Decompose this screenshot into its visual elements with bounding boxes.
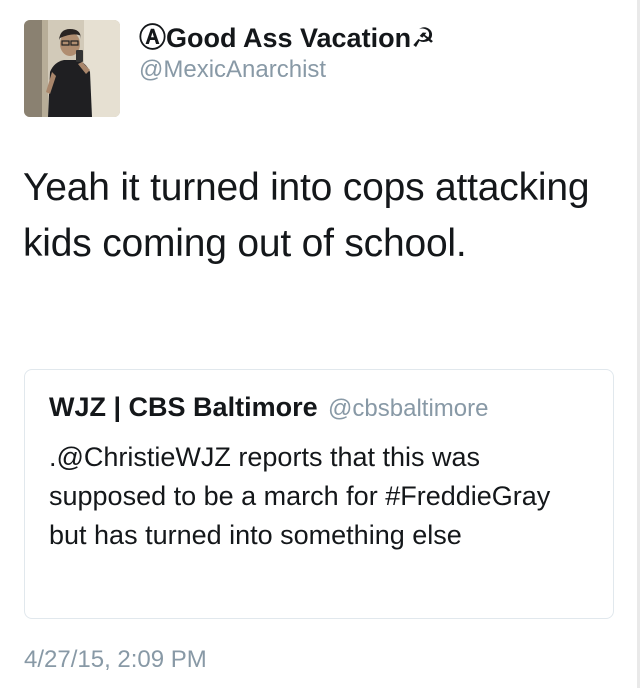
tweet-author[interactable]: ⒶGood Ass Vacation☭ @MexicAnarchist (139, 22, 630, 85)
tweet-timestamp[interactable]: 4/27/15, 2:09 PM (24, 646, 207, 674)
tweet-container: ⒶGood Ass Vacation☭ @MexicAnarchist Yeah… (0, 0, 640, 688)
quoted-tweet-header: WJZ | CBS Baltimore @cbsbaltimore (49, 392, 488, 423)
author-handle[interactable]: @MexicAnarchist (139, 55, 630, 85)
avatar-photo (24, 20, 120, 117)
quoted-author-name: WJZ | CBS Baltimore (49, 392, 318, 422)
tweet-text: Yeah it turned into cops attacking kids … (23, 166, 590, 265)
quoted-author-handle: @cbsbaltimore (328, 395, 489, 422)
avatar[interactable] (24, 20, 120, 117)
quoted-tweet-card[interactable]: WJZ | CBS Baltimore @cbsbaltimore .@Chri… (24, 369, 614, 619)
author-display-name[interactable]: ⒶGood Ass Vacation☭ (139, 22, 630, 54)
quoted-tweet-text: .@ChristieWJZ reports that this was supp… (49, 442, 551, 550)
